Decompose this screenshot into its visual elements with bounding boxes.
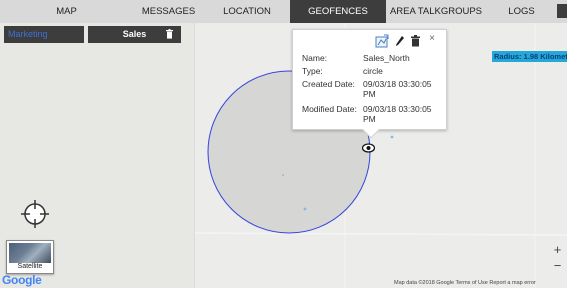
satellite-toggle-button[interactable]: Satellite — [6, 240, 54, 274]
map-edit-icon[interactable] — [375, 34, 389, 48]
panel-toggle-button[interactable] — [557, 4, 567, 18]
popup-close-button[interactable]: × — [429, 33, 435, 44]
tab-map[interactable]: MAP — [0, 0, 133, 23]
geofence-name-value: Sales_North — [363, 53, 410, 63]
popup-created-row: Created Date: 09/03/18 03:30:05 PM — [302, 79, 433, 99]
crosshair-icon[interactable] — [21, 200, 49, 228]
trash-icon[interactable] — [411, 35, 420, 47]
eye-icon[interactable] — [362, 143, 375, 153]
zoom-out-button[interactable]: − — [548, 258, 567, 273]
tab-area-talkgroups[interactable]: AREA TALKGROUPS — [386, 0, 486, 23]
pencil-icon[interactable] — [395, 35, 405, 47]
tab-geofences[interactable]: GEOFENCES — [290, 0, 386, 23]
field-label: Modified Date: — [302, 104, 357, 114]
popup-modified-row: Modified Date: 09/03/18 03:30:05 PM — [302, 104, 433, 124]
tab-messages[interactable]: MESSAGES — [133, 0, 204, 23]
tab-location-history[interactable]: LOCATION HISTORY — [204, 0, 290, 40]
tab-logs[interactable]: LOGS — [486, 0, 557, 23]
modified-date-value: 09/03/18 03:30:05 PM — [363, 104, 432, 124]
geofence-name-label: Sales — [122, 29, 147, 39]
field-label: Name: — [302, 53, 328, 63]
top-tab-bar: MAP MESSAGES LOCATION HISTORY GEOFENCES … — [0, 0, 567, 40]
geofence-list-item-marketing[interactable]: Marketing — [4, 26, 84, 43]
created-date-value: 09/03/18 03:30:05 PM — [363, 79, 432, 99]
geofence-list-item-sales[interactable]: Sales — [88, 26, 181, 43]
field-label: Created Date: — [302, 79, 355, 89]
google-logo: Google — [2, 273, 42, 287]
map-attribution: Map data ©2018 Google Terms of Use Repor… — [394, 280, 536, 286]
field-label: Type: — [302, 66, 323, 76]
satellite-label: Satellite — [17, 263, 43, 270]
satellite-thumbnail — [9, 243, 51, 263]
geofence-type-value: circle — [363, 66, 383, 76]
zoom-in-button[interactable]: + — [548, 242, 567, 257]
trash-icon[interactable] — [166, 29, 173, 39]
geofence-info-popup: × Name: Sales_North Type: circle Created… — [292, 29, 447, 139]
radius-badge: Radius: 1.98 Kilometers — [492, 51, 567, 62]
popup-name-row: Name: Sales_North — [302, 53, 433, 63]
google-logo-text: Google — [2, 273, 42, 287]
popup-type-row: Type: circle — [302, 66, 433, 76]
geofence-name-label: Marketing — [8, 29, 48, 39]
popup-toolbar — [375, 34, 420, 48]
